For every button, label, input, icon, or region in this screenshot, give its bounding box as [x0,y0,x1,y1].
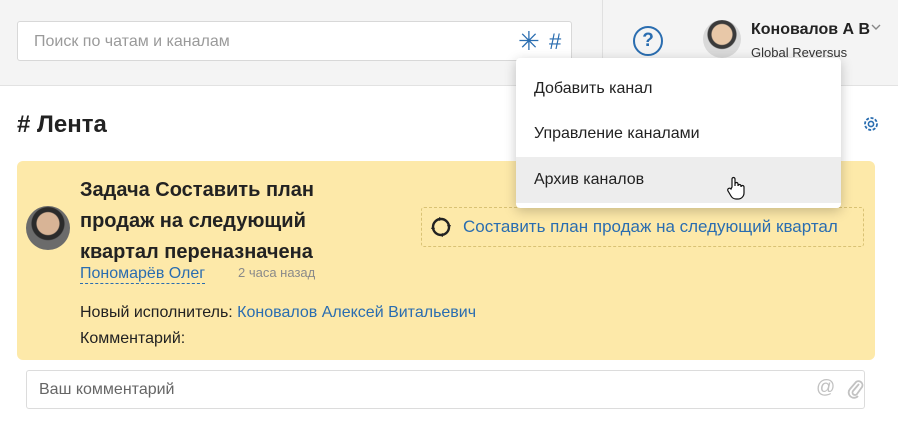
comment-label: Комментарий: [80,330,186,347]
new-assignee-line: Новый исполнитель: Коновалов Алексей Вит… [80,304,476,322]
help-button[interactable]: ? [633,26,663,56]
search-placeholder: Поиск по чатам и каналам [34,33,230,50]
task-link[interactable]: Составить план продаж на следующий кварт… [463,217,838,237]
post-title: Задача Составить план продаж на следующи… [80,179,314,263]
user-name[interactable]: Коновалов А В [751,21,870,39]
new-assignee-label: Новый исполнитель: [80,304,238,321]
page-title: # Лента [17,111,107,138]
author-link[interactable]: Пономарёв Олег [80,265,206,284]
menu-item-add-channel[interactable]: Добавить канал [516,66,841,112]
mention-icon[interactable]: @ [816,377,835,399]
asterisk-icon[interactable]: ✳ [518,27,540,55]
task-sync-icon [431,217,451,237]
comment-input[interactable]: Ваш комментарий @ [26,370,865,409]
gear-icon[interactable] [861,114,881,134]
comment-placeholder: Ваш комментарий [39,381,175,398]
paperclip-icon[interactable] [847,378,865,400]
new-assignee-link[interactable]: Коновалов Алексей Витальевич [237,304,476,321]
search-input[interactable]: Поиск по чатам и каналам ✳ # [17,21,572,61]
user-avatar[interactable] [703,20,741,58]
menu-item-channel-archive[interactable]: Архив каналов [516,157,841,203]
hash-icon[interactable]: # [549,29,561,55]
hand-pointer-icon [727,176,745,200]
channels-dropdown-menu: Добавить канал Управление каналами Архив… [516,58,841,208]
menu-item-manage-channels[interactable]: Управление каналами [516,111,841,157]
author-avatar[interactable] [26,206,70,250]
chevron-down-icon[interactable] [871,22,881,32]
post-time: 2 часа назад [238,265,316,280]
